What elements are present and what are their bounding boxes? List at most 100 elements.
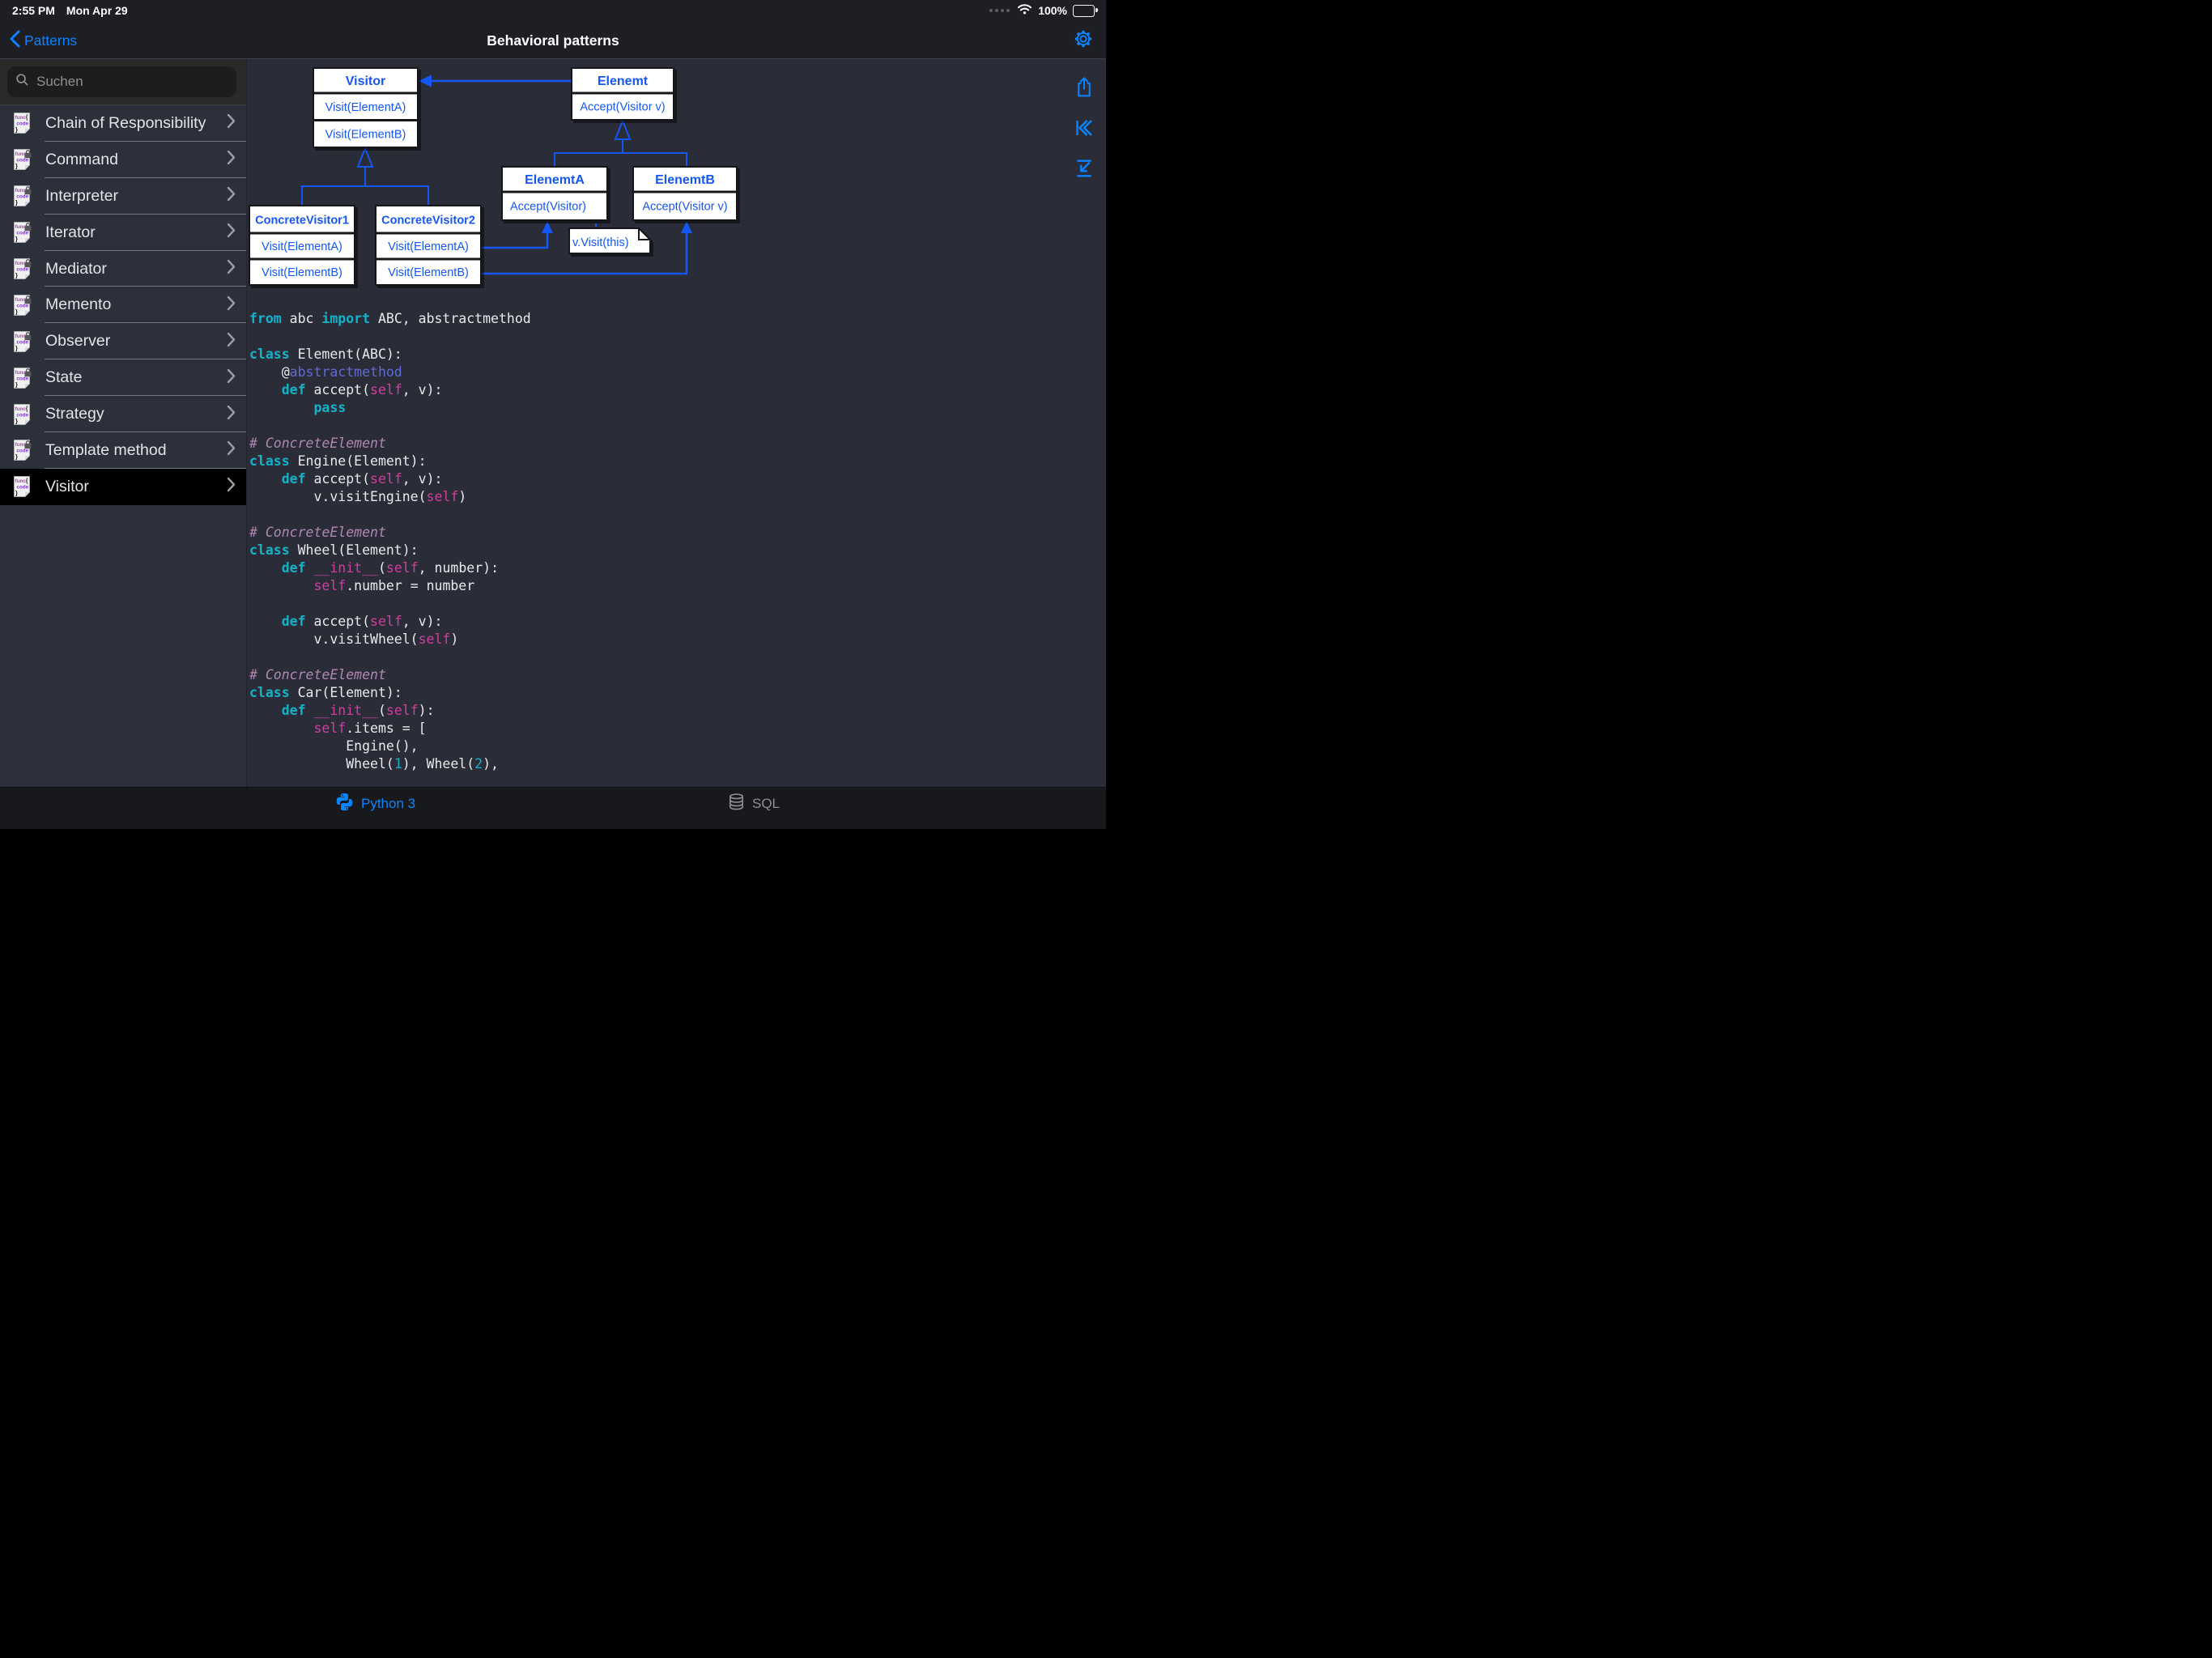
svg-text:func: func xyxy=(15,478,27,484)
collapse-icon[interactable] xyxy=(1074,157,1094,179)
share-icon[interactable] xyxy=(1074,76,1094,98)
uml-class-element: Elenemt Accept(Visitor v) xyxy=(571,67,674,121)
sidebar-item-memento[interactable]: func code } Memento xyxy=(0,287,246,324)
svg-text:code: code xyxy=(16,231,28,236)
svg-text:func: func xyxy=(15,406,27,412)
sidebar-item-label: Command xyxy=(45,150,118,168)
svg-text:Visit(ElementA): Visit(ElementA) xyxy=(388,240,469,253)
svg-text:func: func xyxy=(15,224,27,230)
svg-text:code: code xyxy=(16,121,28,127)
sidebar-item-strategy[interactable]: func { code } Strategy xyxy=(0,396,246,433)
settings-gear-icon[interactable] xyxy=(1074,29,1093,49)
call-arrow-to-elementA xyxy=(481,232,549,249)
code-line: self.number = number xyxy=(313,578,475,593)
python-icon xyxy=(334,792,355,816)
sidebar-item-interpreter[interactable]: func code } Interpreter xyxy=(0,178,246,215)
code-line: def __init__(self, number): xyxy=(281,560,500,576)
tab-sql[interactable]: SQL xyxy=(727,788,780,820)
code-line: class Car(Element): xyxy=(249,685,402,700)
sidebar-item-observer[interactable]: func code } Observer xyxy=(0,323,246,360)
battery-icon xyxy=(1073,4,1098,17)
sidebar-item-label: Iterator xyxy=(45,223,96,241)
sidebar-item-label: State xyxy=(45,368,83,387)
svg-text:}: } xyxy=(15,344,18,351)
jump-to-start-icon[interactable] xyxy=(1074,117,1094,138)
svg-text:{: { xyxy=(26,406,28,412)
uml-class-visitor: Visitor Visit(ElementA) Visit(ElementB) xyxy=(313,67,419,148)
svg-text:code: code xyxy=(16,412,28,418)
chevron-right-icon xyxy=(227,332,236,346)
cellular-signal-icon xyxy=(989,9,1010,12)
svg-text:Visit(ElementA): Visit(ElementA) xyxy=(262,240,342,253)
sidebar-item-visitor[interactable]: func { code } Visitor xyxy=(0,468,246,505)
pattern-file-icon: func { code } xyxy=(14,113,30,134)
sidebar-item-label: Chain of Responsibility xyxy=(45,113,206,132)
uml-class-cv2: ConcreteVisitor2 Visit(ElementA) Visit(Ele… xyxy=(375,205,482,286)
uml-class-elementB: ElenemtB Accept(Visitor v) xyxy=(632,166,738,221)
pattern-file-icon: func code } xyxy=(14,367,32,389)
code-line: class Wheel(Element): xyxy=(249,542,419,558)
inheritance-visitor-tree xyxy=(301,167,429,206)
chevron-left-icon xyxy=(10,30,20,52)
code-line: class Element(ABC): xyxy=(249,346,402,362)
uml-note: v.Visit(this) xyxy=(568,227,651,254)
code-line: v.visitEngine(self) xyxy=(249,489,467,504)
svg-text:Elenemt: Elenemt xyxy=(598,74,649,88)
svg-text:func: func xyxy=(15,442,27,448)
svg-text:Visit(ElementB): Visit(ElementB) xyxy=(388,266,469,279)
status-bar-right: 100% xyxy=(989,3,1098,19)
svg-text:}: } xyxy=(15,308,18,315)
chevron-right-icon xyxy=(227,405,236,419)
svg-text:code: code xyxy=(16,267,28,273)
app-window: 2:55 PM Mon Apr 29 100% Patterns Behavio… xyxy=(0,0,1106,829)
svg-text:ElenemtB: ElenemtB xyxy=(655,173,715,187)
chevron-right-icon xyxy=(227,368,236,383)
svg-text:}: } xyxy=(15,453,18,461)
sidebar-item-label: Visitor xyxy=(45,477,89,495)
search-input[interactable] xyxy=(35,73,228,91)
svg-text:Accept(Visitor v): Accept(Visitor v) xyxy=(580,101,665,114)
pattern-file-icon: func code } xyxy=(14,295,32,316)
chevron-right-icon xyxy=(227,187,236,202)
pattern-file-icon: func { code } xyxy=(14,476,30,498)
sidebar-item-template-method[interactable]: func code } Template method xyxy=(0,432,246,469)
svg-text:Visit(ElementA): Visit(ElementA) xyxy=(325,101,406,114)
uml-class-cv1: ConcreteVisitor1 Visit(ElementA) Visit(Ele… xyxy=(249,205,355,286)
inheritance-element-tree xyxy=(554,139,687,167)
battery-percent: 100% xyxy=(1038,4,1067,17)
svg-text:code: code xyxy=(16,194,28,200)
wifi-icon xyxy=(1017,3,1032,19)
tab-python3[interactable]: Python 3 xyxy=(334,788,415,820)
code-line: self.items = [ xyxy=(313,721,427,736)
pattern-file-icon: func code } xyxy=(14,258,32,279)
search-field[interactable] xyxy=(7,66,236,97)
language-tab-bar: Python 3 SQL xyxy=(0,787,1106,829)
uml-class-elementA: ElenemtA Accept(Visitor) xyxy=(501,166,608,221)
sidebar-item-command[interactable]: func code } Command xyxy=(0,142,246,178)
svg-text:func: func xyxy=(15,188,27,193)
code-line: # ConcreteElement xyxy=(249,525,386,540)
code-line: # ConcreteElement xyxy=(249,667,386,682)
sidebar-item-chain-of-responsibility[interactable]: func { code } Chain of Responsibility xyxy=(0,105,246,142)
sidebar-item-label: Memento xyxy=(45,295,112,314)
sidebar-item-state[interactable]: func code } State xyxy=(0,359,246,397)
code-line: def accept(self, v): xyxy=(281,382,443,397)
pattern-file-icon: func { code } xyxy=(14,403,30,425)
chevron-right-icon xyxy=(227,259,236,274)
svg-text:code: code xyxy=(16,485,28,491)
uml-diagram: Visitor Visit(ElementA) Visit(ElementB) Ele… xyxy=(249,67,738,286)
sidebar-item-iterator[interactable]: func code } Iterator xyxy=(0,215,246,251)
back-button[interactable]: Patterns xyxy=(10,30,77,52)
code-line: def accept(self, v): xyxy=(281,471,443,487)
svg-text:func: func xyxy=(15,370,27,376)
svg-text:code: code xyxy=(16,376,28,381)
side-toolbar xyxy=(1074,76,1095,179)
pattern-file-icon: func code } xyxy=(14,222,32,243)
svg-text:func: func xyxy=(15,297,27,303)
tab-sql-label: SQL xyxy=(752,796,781,811)
sidebar-item-mediator[interactable]: func code } Mediator xyxy=(0,251,246,287)
sidebar-item-label: Observer xyxy=(45,332,111,351)
